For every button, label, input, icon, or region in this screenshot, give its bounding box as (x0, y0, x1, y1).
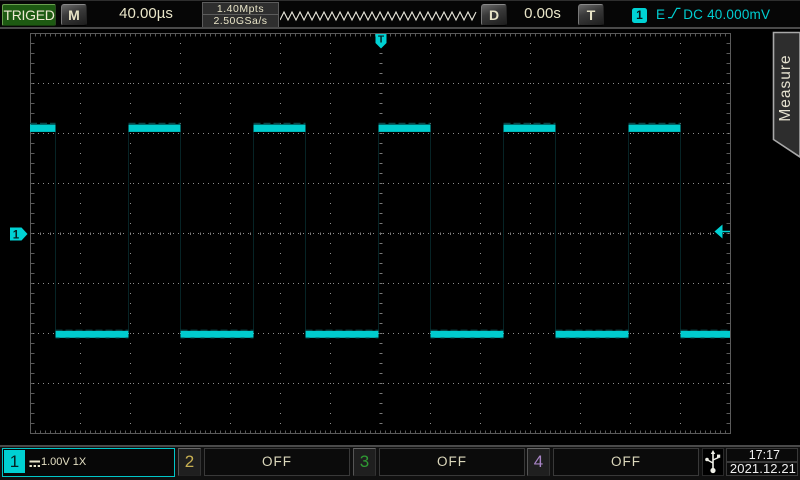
svg-text:1: 1 (13, 230, 20, 242)
svg-text:T: T (378, 35, 384, 46)
